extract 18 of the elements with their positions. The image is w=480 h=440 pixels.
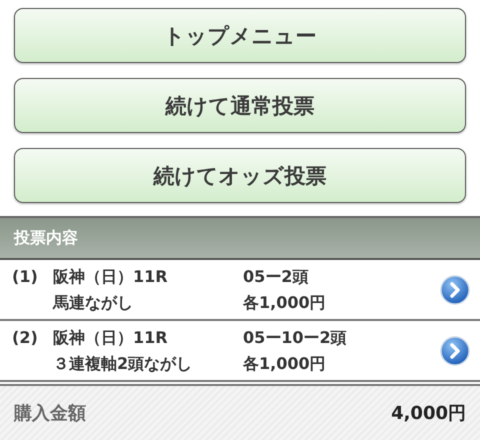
ticket-number: (1)	[12, 266, 39, 286]
menu-button[interactable]: トップメニュー	[14, 8, 466, 63]
bet-amount: 各1,000円	[243, 354, 327, 374]
combination-text: 05ー2頭	[243, 266, 310, 286]
chevron-icon[interactable]	[440, 274, 470, 304]
total-label: 購入金額	[14, 402, 86, 425]
combination-text: 05ー10ー2頭	[243, 328, 348, 348]
total-amount: 4,000円	[391, 402, 466, 425]
menu-button[interactable]: 続けてオッズ投票	[14, 148, 466, 203]
chevron-icon[interactable]	[440, 336, 470, 366]
bet-amount: 各1,000円	[243, 292, 327, 312]
bet-type: 馬連ながし	[53, 292, 134, 312]
ticket-number: (2)	[12, 328, 39, 348]
race-name: 阪神（日）11R	[53, 328, 169, 348]
menu-button[interactable]: 続けて通常投票	[14, 78, 466, 133]
bet-type: ３連複軸2頭ながし	[53, 354, 194, 374]
section-header: 投票内容	[0, 216, 480, 260]
race-name: 阪神（日）11R	[53, 266, 169, 286]
